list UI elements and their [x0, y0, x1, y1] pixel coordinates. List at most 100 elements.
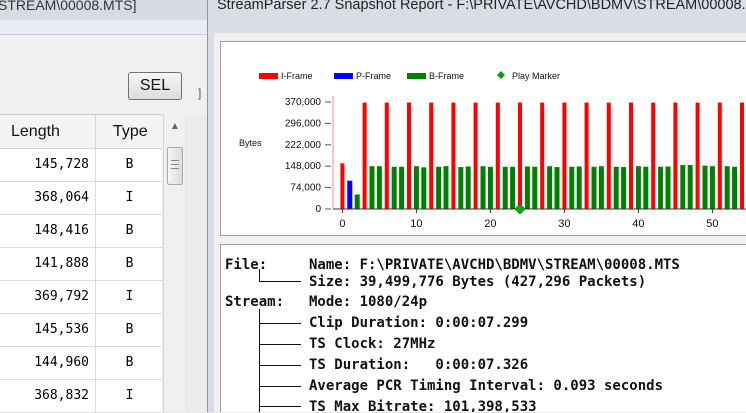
table-row[interactable]: 145,728 B	[0, 149, 162, 182]
cell-type: B	[125, 322, 134, 337]
x-tick-label: 20	[484, 218, 496, 230]
frame-table[interactable]: Length Type 145,728 B 368,064 I 148,416 B 141,…	[0, 114, 162, 413]
b-frame-bar	[621, 167, 627, 209]
table-row[interactable]: 145,536 B	[0, 314, 162, 347]
b-frame-bar	[702, 165, 708, 209]
x-tick-label: 10	[410, 218, 422, 230]
i-frame-bar	[518, 102, 522, 209]
y-tick-label: 148,000	[285, 161, 322, 172]
column-header-length[interactable]: Length	[0, 115, 96, 148]
b-frame-bar	[413, 166, 419, 209]
tree-connector	[259, 365, 301, 366]
i-frame-bar	[407, 102, 411, 209]
snapshot-report-window: StreamParser 2.7 Snapshot Report - F:\PR…	[207, 0, 746, 412]
report-text-panel[interactable]: File: Name: F:\PRIVATE\AVCHD\BDMV\STREAM…	[220, 244, 746, 412]
back-window-title-text: STREAM\00008.MTS]	[0, 0, 137, 13]
cell-type: B	[125, 256, 134, 271]
cell-type: I	[125, 388, 134, 403]
report-file-label: File:	[225, 257, 268, 273]
i-frame-bar	[384, 102, 389, 209]
b-frame-bar	[643, 166, 649, 209]
report-size-line: Size: 39,499,776 Bytes (427,296 Packets)	[309, 274, 647, 290]
sel-button[interactable]: SEL	[128, 72, 182, 100]
b-frame-bar	[732, 166, 738, 209]
b-frame-bar	[576, 166, 582, 209]
back-window-title: STREAM\00008.MTS]	[0, 0, 207, 20]
b-frame-bar	[554, 167, 560, 209]
table-row[interactable]: 141,888 B	[0, 248, 162, 281]
cell-length: 369,792	[0, 281, 96, 313]
x-tick-label: 0	[339, 218, 345, 230]
x-tick-label: 50	[706, 218, 718, 230]
y-tick-label: 222,000	[285, 140, 322, 151]
report-clip-duration: Clip Duration: 0:00:07.299	[309, 315, 529, 331]
table-row[interactable]: 144,960 B	[0, 347, 162, 380]
x-axis-ticks: 0 10 20 30 40 50	[339, 209, 719, 230]
i-frame-bar	[340, 163, 345, 209]
i-frame-bar	[740, 102, 744, 209]
i-frame-bar	[584, 102, 589, 209]
tree-connector	[259, 281, 301, 282]
scroll-up-arrow-icon[interactable]: ▲	[164, 114, 186, 138]
i-frame-bar	[717, 102, 722, 209]
legend-label: P-Frame	[356, 71, 391, 81]
i-frame-bar	[429, 102, 434, 209]
b-frame-bar	[399, 166, 405, 209]
cell-type: I	[125, 190, 134, 205]
report-name-line: Name: F:\PRIVATE\AVCHD\BDMV\STREAM\00008…	[309, 257, 680, 273]
bracket-mark: ]	[198, 86, 202, 100]
i-frame-bar	[540, 102, 545, 209]
back-window-toolbar	[0, 20, 207, 35]
legend-swatch	[259, 73, 278, 79]
cell-length: 368,064	[0, 182, 96, 214]
x-tick-label: 30	[558, 218, 570, 230]
legend-label: B-Frame	[429, 71, 464, 81]
y-axis-ticks: 370,000 296,000 222,000 148,000 74,000 0	[285, 97, 331, 215]
cell-length: 144,960	[0, 347, 96, 379]
y-axis-label: Bytes	[239, 138, 262, 148]
table-row[interactable]: 148,416 B	[0, 215, 162, 248]
b-frame-bar	[709, 166, 715, 209]
cell-type: B	[125, 223, 134, 238]
legend-label: I-Frame	[281, 71, 313, 81]
table-row[interactable]: 369,792 I	[0, 281, 162, 314]
b-frame-bar	[665, 166, 671, 209]
b-frame-bar	[376, 166, 382, 209]
window-title-text: StreamParser 2.7 Snapshot Report - F:\PR…	[217, 0, 746, 13]
b-frame-bar	[680, 165, 686, 209]
b-frame-bar	[569, 166, 575, 209]
i-frame-bar	[362, 102, 367, 209]
i-frame-bar	[473, 102, 478, 209]
chart-legend: I-Frame P-Frame B-Frame Play Marker	[259, 71, 560, 81]
b-frame-bar	[502, 166, 508, 209]
cell-length: 145,536	[0, 314, 96, 346]
b-frame-bar	[436, 166, 442, 209]
i-frame-bar	[606, 102, 611, 209]
b-frame-bar	[687, 165, 693, 209]
b-frame-bar	[532, 166, 538, 209]
table-row[interactable]: 368,064 I	[0, 182, 162, 215]
table-row[interactable]: 368,832 I	[0, 380, 162, 413]
i-frame-bar	[451, 102, 456, 209]
report-avg-pcr: Average PCR Timing Interval: 0.093 secon…	[309, 378, 664, 394]
tree-connector	[259, 269, 260, 281]
b-frame-bar	[354, 194, 360, 209]
report-ts-max-bitrate: TS Max Bitrate: 101,398,533	[309, 399, 537, 412]
y-tick-label: 74,000	[290, 183, 321, 194]
tree-connector	[259, 309, 260, 412]
play-marker-icon	[514, 203, 526, 215]
column-header-type[interactable]: Type	[97, 115, 162, 148]
y-tick-label: 296,000	[285, 118, 322, 129]
cell-type: I	[125, 289, 134, 304]
b-frame-bar	[598, 166, 604, 209]
b-frame-bar	[510, 166, 516, 209]
scroll-thumb[interactable]	[167, 147, 183, 185]
b-frame-bar	[458, 167, 464, 209]
tree-connector	[259, 323, 301, 324]
table-scrollbar[interactable]: ▲	[163, 114, 186, 412]
b-frame-bar	[524, 166, 530, 209]
report-ts-duration: TS Duration: 0:00:07.326	[309, 357, 529, 373]
i-frame-bar	[651, 102, 656, 209]
y-tick-label: 370,000	[285, 97, 322, 108]
y-tick-label: 0	[315, 204, 321, 215]
